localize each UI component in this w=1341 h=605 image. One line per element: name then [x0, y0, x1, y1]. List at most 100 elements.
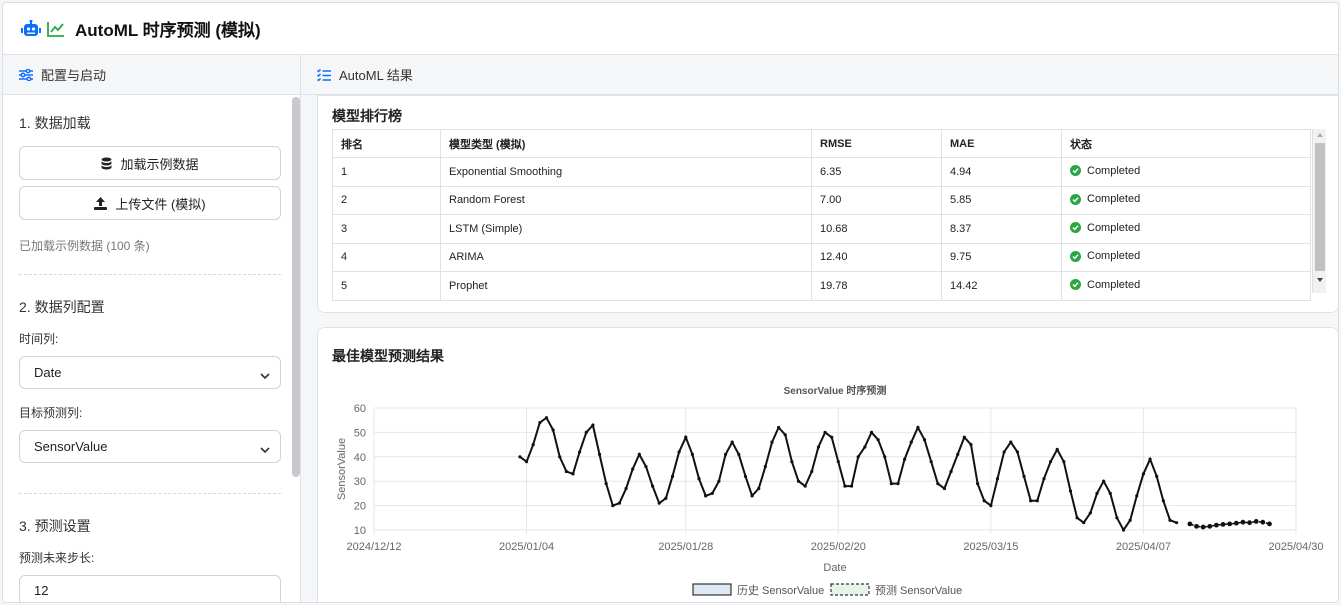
- data-point: [1115, 516, 1119, 520]
- data-point: [730, 440, 734, 444]
- data-point: [883, 455, 887, 459]
- data-point: [790, 460, 794, 464]
- scroll-down-arrow-icon[interactable]: [1316, 277, 1324, 283]
- check-circle-icon: [1070, 193, 1081, 205]
- legend-label-forecast: 预测 SensorValue: [875, 584, 962, 597]
- data-point: [810, 469, 814, 474]
- data-point: [597, 452, 602, 456]
- column-header[interactable]: 模型类型 (模拟): [440, 129, 812, 158]
- data-point: [584, 430, 588, 434]
- status-text: Completed: [1087, 193, 1141, 205]
- forecast-point: [1240, 519, 1246, 525]
- rank-cell: 4: [332, 242, 441, 272]
- status-cell: Completed: [1061, 157, 1311, 187]
- data-point: [624, 486, 628, 491]
- data-point: [518, 455, 522, 459]
- forecast-point: [1260, 519, 1266, 525]
- data-point: [644, 464, 648, 469]
- scrollbar[interactable]: [292, 97, 300, 477]
- forecast-point: [1220, 521, 1226, 527]
- leaderboard-card: 模型排行榜 排名 模型类型 (模拟) RMSE MAE 状态 1 Exponent…: [317, 95, 1338, 313]
- data-point: [750, 494, 754, 498]
- data-point: [936, 482, 940, 486]
- table-row[interactable]: 1 Exponential Smoothing 6.35 4.94 Completed: [332, 157, 1311, 187]
- forecast-point: [1207, 523, 1213, 529]
- rank-cell: 2: [332, 185, 441, 215]
- chart-title: SensorValue 时序预测: [784, 384, 887, 397]
- check-circle-icon: [1070, 250, 1081, 262]
- time-column-select[interactable]: Date: [19, 356, 281, 389]
- status-badge: Completed: [1070, 250, 1140, 262]
- data-point: [929, 460, 933, 464]
- data-point: [743, 474, 748, 478]
- data-point: [611, 504, 615, 508]
- forecast-point: [1247, 520, 1252, 526]
- data-point: [903, 457, 907, 461]
- table-scrollbar[interactable]: [1312, 129, 1326, 293]
- load-sample-button[interactable]: 加载示例数据: [19, 146, 281, 180]
- horizon-input[interactable]: 12: [19, 575, 281, 602]
- target-column-label: 目标预测列:: [19, 406, 83, 420]
- column-header[interactable]: MAE: [941, 129, 1062, 158]
- results-panel: AutoML 结果 模型排行榜 排名 模型类型 (模拟) RMSE MAE 状态…: [301, 55, 1338, 602]
- horizon-label: 预测未来步长:: [19, 551, 95, 565]
- table-row[interactable]: 3 LSTM (Simple) 10.68 8.37 Completed: [332, 214, 1311, 244]
- table-scrollbar-thumb[interactable]: [1315, 143, 1325, 271]
- chart-line-icon: [47, 21, 65, 37]
- forecast-chart: SensorValue 时序预测 10 20 30 40 50 60 2024/12/12 20…: [336, 384, 1324, 597]
- data-point: [869, 430, 874, 434]
- data-load-status: 已加载示例数据 (100 条): [19, 239, 150, 253]
- table-row[interactable]: 2 Random Forest 7.00 5.85 Completed: [332, 185, 1311, 215]
- data-point: [830, 435, 834, 439]
- data-point: [677, 450, 681, 454]
- status-cell: Completed: [1061, 271, 1311, 301]
- column-header[interactable]: 状态: [1061, 129, 1311, 158]
- table-row[interactable]: 5 Prophet 19.78 14.42 Completed: [332, 271, 1311, 301]
- mae-cell: 5.85: [941, 185, 1062, 215]
- mae-cell: 14.42: [941, 271, 1062, 301]
- data-point: [876, 438, 880, 442]
- data-point: [889, 482, 893, 486]
- data-point: [1175, 521, 1179, 525]
- data-point: [777, 425, 781, 430]
- data-point: [1062, 460, 1066, 464]
- x-tick-label: 2025/03/15: [963, 541, 1018, 553]
- status-cell: Completed: [1061, 214, 1311, 244]
- data-point: [995, 477, 1000, 481]
- data-point: [1048, 460, 1053, 464]
- config-panel-title: 配置与启动: [41, 68, 107, 83]
- column-header[interactable]: 排名: [332, 129, 441, 158]
- check-circle-icon: [1070, 222, 1081, 233]
- leaderboard-table: 排名 模型类型 (模拟) RMSE MAE 状态 1 Exponential Sm…: [332, 129, 1311, 301]
- rank-cell: 3: [332, 214, 441, 244]
- upload-file-button[interactable]: 上传文件 (模拟): [19, 186, 281, 220]
- data-point: [863, 445, 867, 449]
- data-point: [976, 482, 980, 486]
- data-point: [1121, 528, 1126, 532]
- database-icon: [101, 157, 112, 170]
- forecast-point: [1200, 524, 1206, 530]
- title-bar: AutoML 时序预测 (模拟): [3, 3, 1338, 55]
- data-point: [1088, 511, 1092, 515]
- data-point: [1168, 518, 1172, 522]
- data-point: [796, 479, 801, 483]
- data-point: [770, 440, 774, 444]
- target-column-select[interactable]: SensorValue: [19, 430, 281, 463]
- data-point: [763, 464, 767, 469]
- model-cell: Exponential Smoothing: [440, 157, 812, 187]
- model-cell: Prophet: [440, 271, 812, 301]
- rmse-cell: 6.35: [811, 157, 942, 187]
- upload-file-label: 上传文件 (模拟): [115, 196, 206, 212]
- data-point: [803, 484, 807, 488]
- y-tick-label: 40: [354, 452, 366, 464]
- list-check-icon: [317, 68, 331, 81]
- section-columns-title: 2. 数据列配置: [19, 299, 105, 315]
- scroll-up-arrow-icon[interactable]: [1316, 132, 1324, 138]
- legend-swatch-history: [692, 583, 732, 596]
- status-text: Completed: [1087, 164, 1141, 177]
- data-point: [544, 416, 549, 420]
- sliders-icon: [19, 68, 33, 81]
- config-panel-body: 1. 数据加载 加载示例数据 上传文件 (模拟) 已加载示例数据 (100 条)…: [3, 95, 291, 602]
- column-header[interactable]: RMSE: [811, 129, 942, 158]
- table-row[interactable]: 4 ARIMA 12.40 9.75 Completed: [332, 242, 1311, 272]
